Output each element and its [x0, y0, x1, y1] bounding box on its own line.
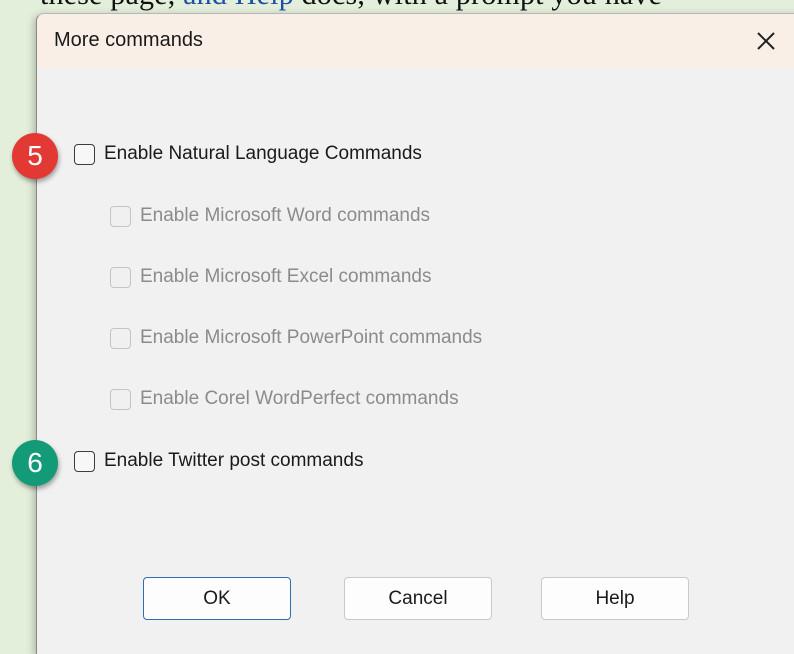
- background-text-end: docs, with a prompt you have: [294, 0, 662, 11]
- word-commands-label: Enable Microsoft Word commands: [140, 205, 431, 226]
- option-powerpoint-commands: Enable Microsoft PowerPoint commands: [110, 327, 482, 349]
- option-word-commands: Enable Microsoft Word commands: [110, 205, 430, 227]
- step-6-badge: 6: [12, 440, 58, 486]
- powerpoint-commands-checkbox: [110, 327, 131, 349]
- dialog-title: More commands: [54, 29, 203, 51]
- background-link[interactable]: and Help: [183, 0, 294, 11]
- word-commands-checkbox: [110, 205, 131, 227]
- option-twitter-commands[interactable]: Enable Twitter post commands: [74, 450, 363, 472]
- option-natural-language[interactable]: Enable Natural Language Commands: [74, 143, 422, 165]
- help-button[interactable]: Help: [541, 577, 689, 620]
- more-commands-dialog: More commands Enable Natural Language Co…: [36, 13, 794, 654]
- natural-language-label: Enable Natural Language Commands: [104, 143, 422, 164]
- wordperfect-commands-checkbox: [110, 388, 131, 410]
- close-icon[interactable]: [751, 26, 781, 56]
- background-text-start: these page,: [40, 0, 183, 11]
- natural-language-checkbox[interactable]: [74, 143, 95, 165]
- ok-button[interactable]: OK: [143, 577, 291, 620]
- powerpoint-commands-label: Enable Microsoft PowerPoint commands: [140, 327, 483, 348]
- excel-commands-label: Enable Microsoft Excel commands: [140, 266, 432, 287]
- cancel-button[interactable]: Cancel: [344, 577, 492, 620]
- twitter-commands-checkbox[interactable]: [74, 450, 95, 472]
- excel-commands-checkbox: [110, 266, 131, 288]
- wordperfect-commands-label: Enable Corel WordPerfect commands: [140, 388, 459, 409]
- option-excel-commands: Enable Microsoft Excel commands: [110, 266, 431, 288]
- twitter-commands-label: Enable Twitter post commands: [104, 450, 364, 471]
- dialog-titlebar: More commands: [37, 14, 794, 68]
- background-document-text: these page, and Help docs, with a prompt…: [40, 0, 662, 12]
- option-wordperfect-commands: Enable Corel WordPerfect commands: [110, 388, 459, 410]
- step-5-badge: 5: [12, 133, 58, 179]
